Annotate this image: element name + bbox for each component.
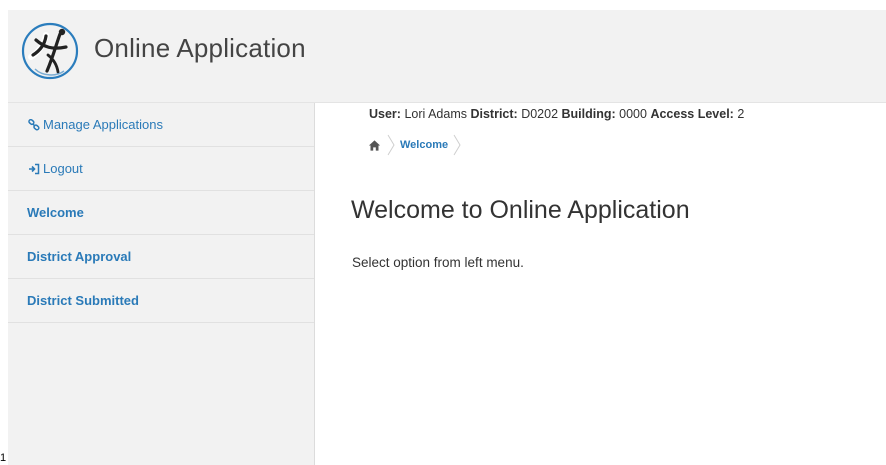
sidebar-item-label: Welcome [27,205,84,220]
sidebar-item-label: District Approval [27,249,132,264]
building-label: Building: [561,107,616,121]
sidebar-menu: Manage Applications Logout Welcome Distr… [8,103,315,465]
breadcrumb-separator-icon [387,134,395,156]
app-header: Online Application [8,10,886,103]
logout-icon [27,162,40,175]
page-title: Welcome to Online Application [351,196,690,224]
breadcrumb-welcome-link[interactable]: Welcome [400,139,448,151]
user-label: User: [369,107,401,121]
user-value: Lori Adams [404,107,467,121]
sidebar-item-label: District Submitted [27,293,139,308]
corner-mark: 1 [0,452,7,464]
sidebar-item-welcome[interactable]: Welcome [8,191,314,235]
district-value: D0202 [521,107,559,121]
breadcrumb: Welcome [366,133,466,157]
sidebar-item-label: Logout [43,161,83,176]
sidebar-item-label: Manage Applications [43,117,163,132]
building-value: 0000 [619,107,647,121]
sidebar-item-manage-applications[interactable]: Manage Applications [8,103,314,147]
logo-icon[interactable] [20,21,80,81]
user-info-bar: User: Lori Adams District: D0202 Buildin… [369,107,744,121]
sidebar-item-district-submitted[interactable]: District Submitted [8,279,314,323]
link-icon [27,118,40,131]
sidebar-item-district-approval[interactable]: District Approval [8,235,314,279]
main-content: User: Lori Adams District: D0202 Buildin… [314,103,886,465]
access-level-label: Access Level: [650,107,734,121]
app-title: Online Application [94,33,306,63]
access-level-value: 2 [737,107,745,121]
sidebar-item-logout[interactable]: Logout [8,147,314,191]
page: Online Application Manage Applications L… [0,0,886,465]
page-subtitle: Select option from left menu. [352,255,524,270]
district-label: District: [470,107,518,121]
home-icon[interactable] [366,137,382,153]
breadcrumb-separator-icon [453,134,461,156]
